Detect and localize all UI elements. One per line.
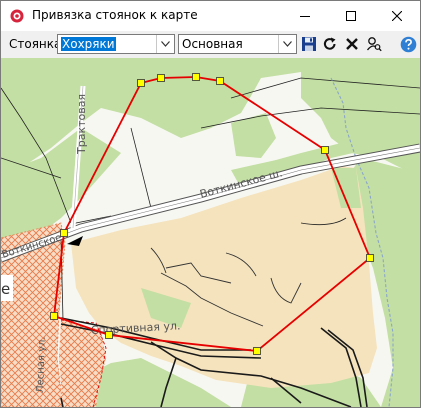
polygon-vertex[interactable] [192,73,200,81]
close-icon [392,11,402,21]
toolbar: Стоянка: Хохряки Основная [1,31,420,58]
layer-select[interactable]: Основная [178,34,297,54]
chevron-down-icon[interactable] [278,35,296,53]
delete-icon [346,38,358,50]
title-bar: Привязка стоянок к карте [1,1,420,31]
street-label-vertical-left: Лесная ул. [35,336,48,393]
delete-button[interactable] [343,35,361,53]
polygon-vertex[interactable] [137,79,145,87]
parking-select-value: Хохряки [61,37,116,51]
polygon-vertex[interactable] [253,347,261,355]
street-label-traktovaya: Трактовая [75,94,88,155]
app-icon [10,9,24,23]
maximize-icon [346,11,356,21]
save-button[interactable] [300,35,318,53]
window-title: Привязка стоянок к карте [32,8,198,22]
find-person-icon [366,37,382,52]
polygon-vertex[interactable] [50,312,58,320]
chevron-down-icon[interactable] [156,35,174,53]
minimize-button[interactable] [282,1,328,31]
help-icon [400,36,416,52]
svg-text:е: е [1,280,10,298]
layer-select-value: Основная [182,37,243,51]
save-icon [302,37,316,51]
minimize-icon [300,16,310,17]
close-button[interactable] [374,1,420,31]
map-view[interactable]: Воткинское ш. Трактовая Воткинское Спорт… [1,58,420,407]
polygon-vertex[interactable] [105,331,113,339]
polygon-vertex[interactable] [216,77,224,85]
map-edge-label: е [1,275,13,301]
maximize-button[interactable] [328,1,374,31]
find-person-button[interactable] [365,35,383,53]
parking-select[interactable]: Хохряки [57,34,175,54]
refresh-button[interactable] [321,35,339,53]
window: Привязка стоянок к карте Стоянка: Хохряк… [0,0,421,408]
polygon-vertex[interactable] [60,229,68,237]
polygon-vertex[interactable] [366,254,374,262]
polygon-vertex[interactable] [321,146,329,154]
help-button[interactable] [399,35,417,53]
map-canvas[interactable]: Воткинское ш. Трактовая Воткинское Спорт… [1,58,420,407]
polygon-vertex[interactable] [157,74,165,82]
refresh-icon [323,37,336,50]
